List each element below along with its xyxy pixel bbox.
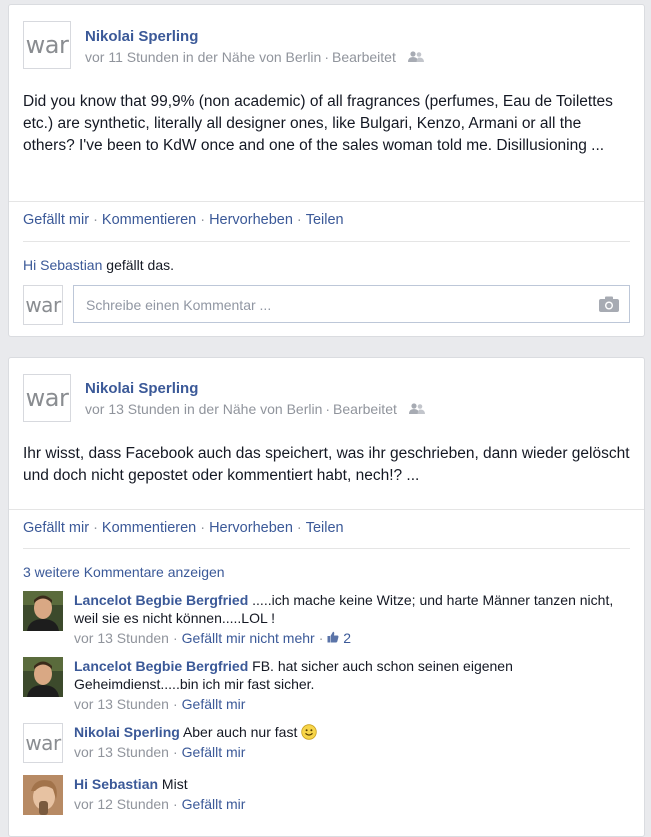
likes-summary: Hi Sebastian gefällt das. [23,257,174,273]
post-text: Did you know that 99,9% (non academic) o… [23,93,613,154]
comment-meta: vor 12 Stunden · Gefällt mir [74,796,246,812]
post-timestamp[interactable]: vor 13 Stunden in der Nähe von Berlin [85,401,322,417]
share-link[interactable]: Teilen [306,520,344,536]
post-actions: Gefällt mir · Kommentieren · Hervorheben · Tei… [23,520,344,536]
post-actions-bar [9,509,644,510]
post-meta: vor 11 Stunden in der Nähe von Berlin · Be… [85,49,424,66]
divider [23,241,630,242]
more-comments-link[interactable]: 3 weitere Kommentare anzeigen [23,564,225,580]
commenter-avatar: war [23,285,63,325]
like-link[interactable]: Gefällt mir [182,796,246,812]
liker-name[interactable]: Hi Sebastian [23,257,102,273]
smiley-icon [301,724,317,740]
edited-label[interactable]: Bearbeitet [333,401,397,417]
likes-suffix: gefällt das. [102,257,174,273]
like-link[interactable]: Gefällt mir [182,744,246,760]
comment-box[interactable] [73,285,630,324]
post-author[interactable]: Nikolai Sperling [85,380,198,397]
comment-body: Lancelot Begbie Bergfried .....ich mache… [74,591,632,647]
like-link[interactable]: Gefällt mir [23,212,89,228]
comment-meta: vor 13 Stunden · Gefällt mir [74,696,246,712]
post-author[interactable]: Nikolai Sperling [85,28,198,45]
commenter-avatar[interactable] [23,775,63,815]
thumbs-up-icon[interactable] [327,630,339,646]
comment-timestamp[interactable]: vor 13 Stunden [74,744,169,760]
commenter-avatar[interactable] [23,591,63,631]
comment-author[interactable]: Lancelot Begbie Bergfried [74,592,248,608]
commenter-avatar[interactable] [23,657,63,697]
like-link[interactable]: Gefällt mir [23,520,89,536]
comment-body: Hi Sebastian Mist vor 12 Stunden · Gefällt… [74,775,632,813]
comment-author[interactable]: Lancelot Begbie Bergfried [74,658,248,674]
highlight-link[interactable]: Hervorheben [209,212,293,228]
camera-icon[interactable] [599,296,619,316]
comment-timestamp[interactable]: vor 13 Stunden [74,630,169,646]
edited-label[interactable]: Bearbeitet [332,49,396,65]
comment-input[interactable] [84,286,588,324]
friends-icon[interactable] [407,50,424,66]
comment-link[interactable]: Kommentieren [102,212,196,228]
post-card: war Nikolai Sperling vor 11 Stunden in d… [8,4,645,337]
post-timestamp[interactable]: vor 11 Stunden in der Nähe von Berlin [85,49,321,65]
post-meta: vor 13 Stunden in der Nähe von Berlin · Be… [85,401,425,418]
share-link[interactable]: Teilen [306,212,344,228]
comment-body: Nikolai Sperling Aber auch nur fast vor … [74,723,632,761]
author-avatar[interactable]: war [23,21,71,69]
post-actions: Gefällt mir · Kommentieren · Hervorheben · Tei… [23,212,344,228]
friends-icon[interactable] [408,402,425,418]
comment-timestamp[interactable]: vor 13 Stunden [74,696,169,712]
comment-meta: vor 13 Stunden · Gefällt mir nicht mehr · 2 [74,630,352,646]
comment-author[interactable]: Nikolai Sperling [74,724,180,740]
post-card: war Nikolai Sperling vor 13 Stunden in d… [8,357,645,837]
comment-meta: vor 13 Stunden · Gefällt mir [74,744,246,760]
commenter-avatar[interactable]: war [23,723,63,763]
like-link[interactable]: Gefällt mir [182,696,246,712]
comment-author[interactable]: Hi Sebastian [74,776,158,792]
divider [23,548,630,549]
comment-text: Aber auch nur fast [182,724,298,740]
like-count[interactable]: 2 [343,630,351,646]
author-avatar[interactable]: war [23,374,71,422]
comment-link[interactable]: Kommentieren [102,520,196,536]
post-actions-bar [9,201,644,202]
comment-timestamp[interactable]: vor 12 Stunden [74,796,169,812]
comment-text: Mist [161,776,188,792]
comment-body: Lancelot Begbie Bergfried FB. hat sicher… [74,657,632,713]
highlight-link[interactable]: Hervorheben [209,520,293,536]
unlike-link[interactable]: Gefällt mir nicht mehr [182,630,315,646]
post-text: Ihr wisst, dass Facebook auch das speich… [23,445,630,484]
